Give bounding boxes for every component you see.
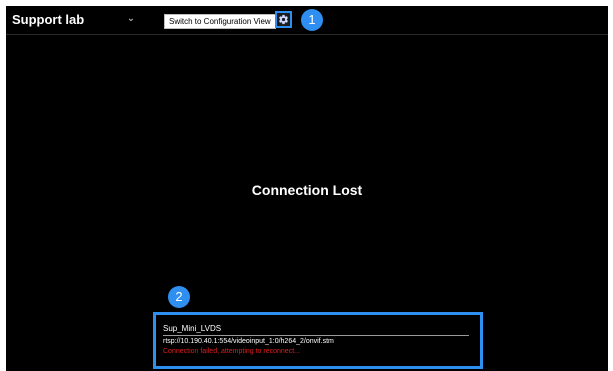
chevron-down-icon[interactable]: ⌄ xyxy=(124,12,138,26)
camera-info-panel: Sup_Mini_LVDS rtsp://10.190.40.1:554/vid… xyxy=(153,312,483,369)
camera-stream-url: rtsp://10.190.40.1:554/videoinput_1:0/h2… xyxy=(163,338,334,345)
callout-marker-1: 1 xyxy=(301,9,323,31)
camera-name: Sup_Mini_LVDS xyxy=(163,324,469,336)
camera-info-content: Sup_Mini_LVDS rtsp://10.190.40.1:554/vid… xyxy=(163,324,469,357)
gear-icon xyxy=(279,14,288,25)
view-title: Support lab xyxy=(12,12,85,27)
camera-error-message: Connection failed, attempting to reconne… xyxy=(163,348,300,355)
callout-marker-2: 2 xyxy=(168,286,190,308)
connection-status: Connection Lost xyxy=(251,182,363,198)
switch-to-configuration-button[interactable]: Switch to Configuration View xyxy=(164,14,276,29)
settings-button[interactable] xyxy=(275,11,292,28)
video-viewer: Support lab ⌄ Switch to Configuration Vi… xyxy=(6,6,608,371)
